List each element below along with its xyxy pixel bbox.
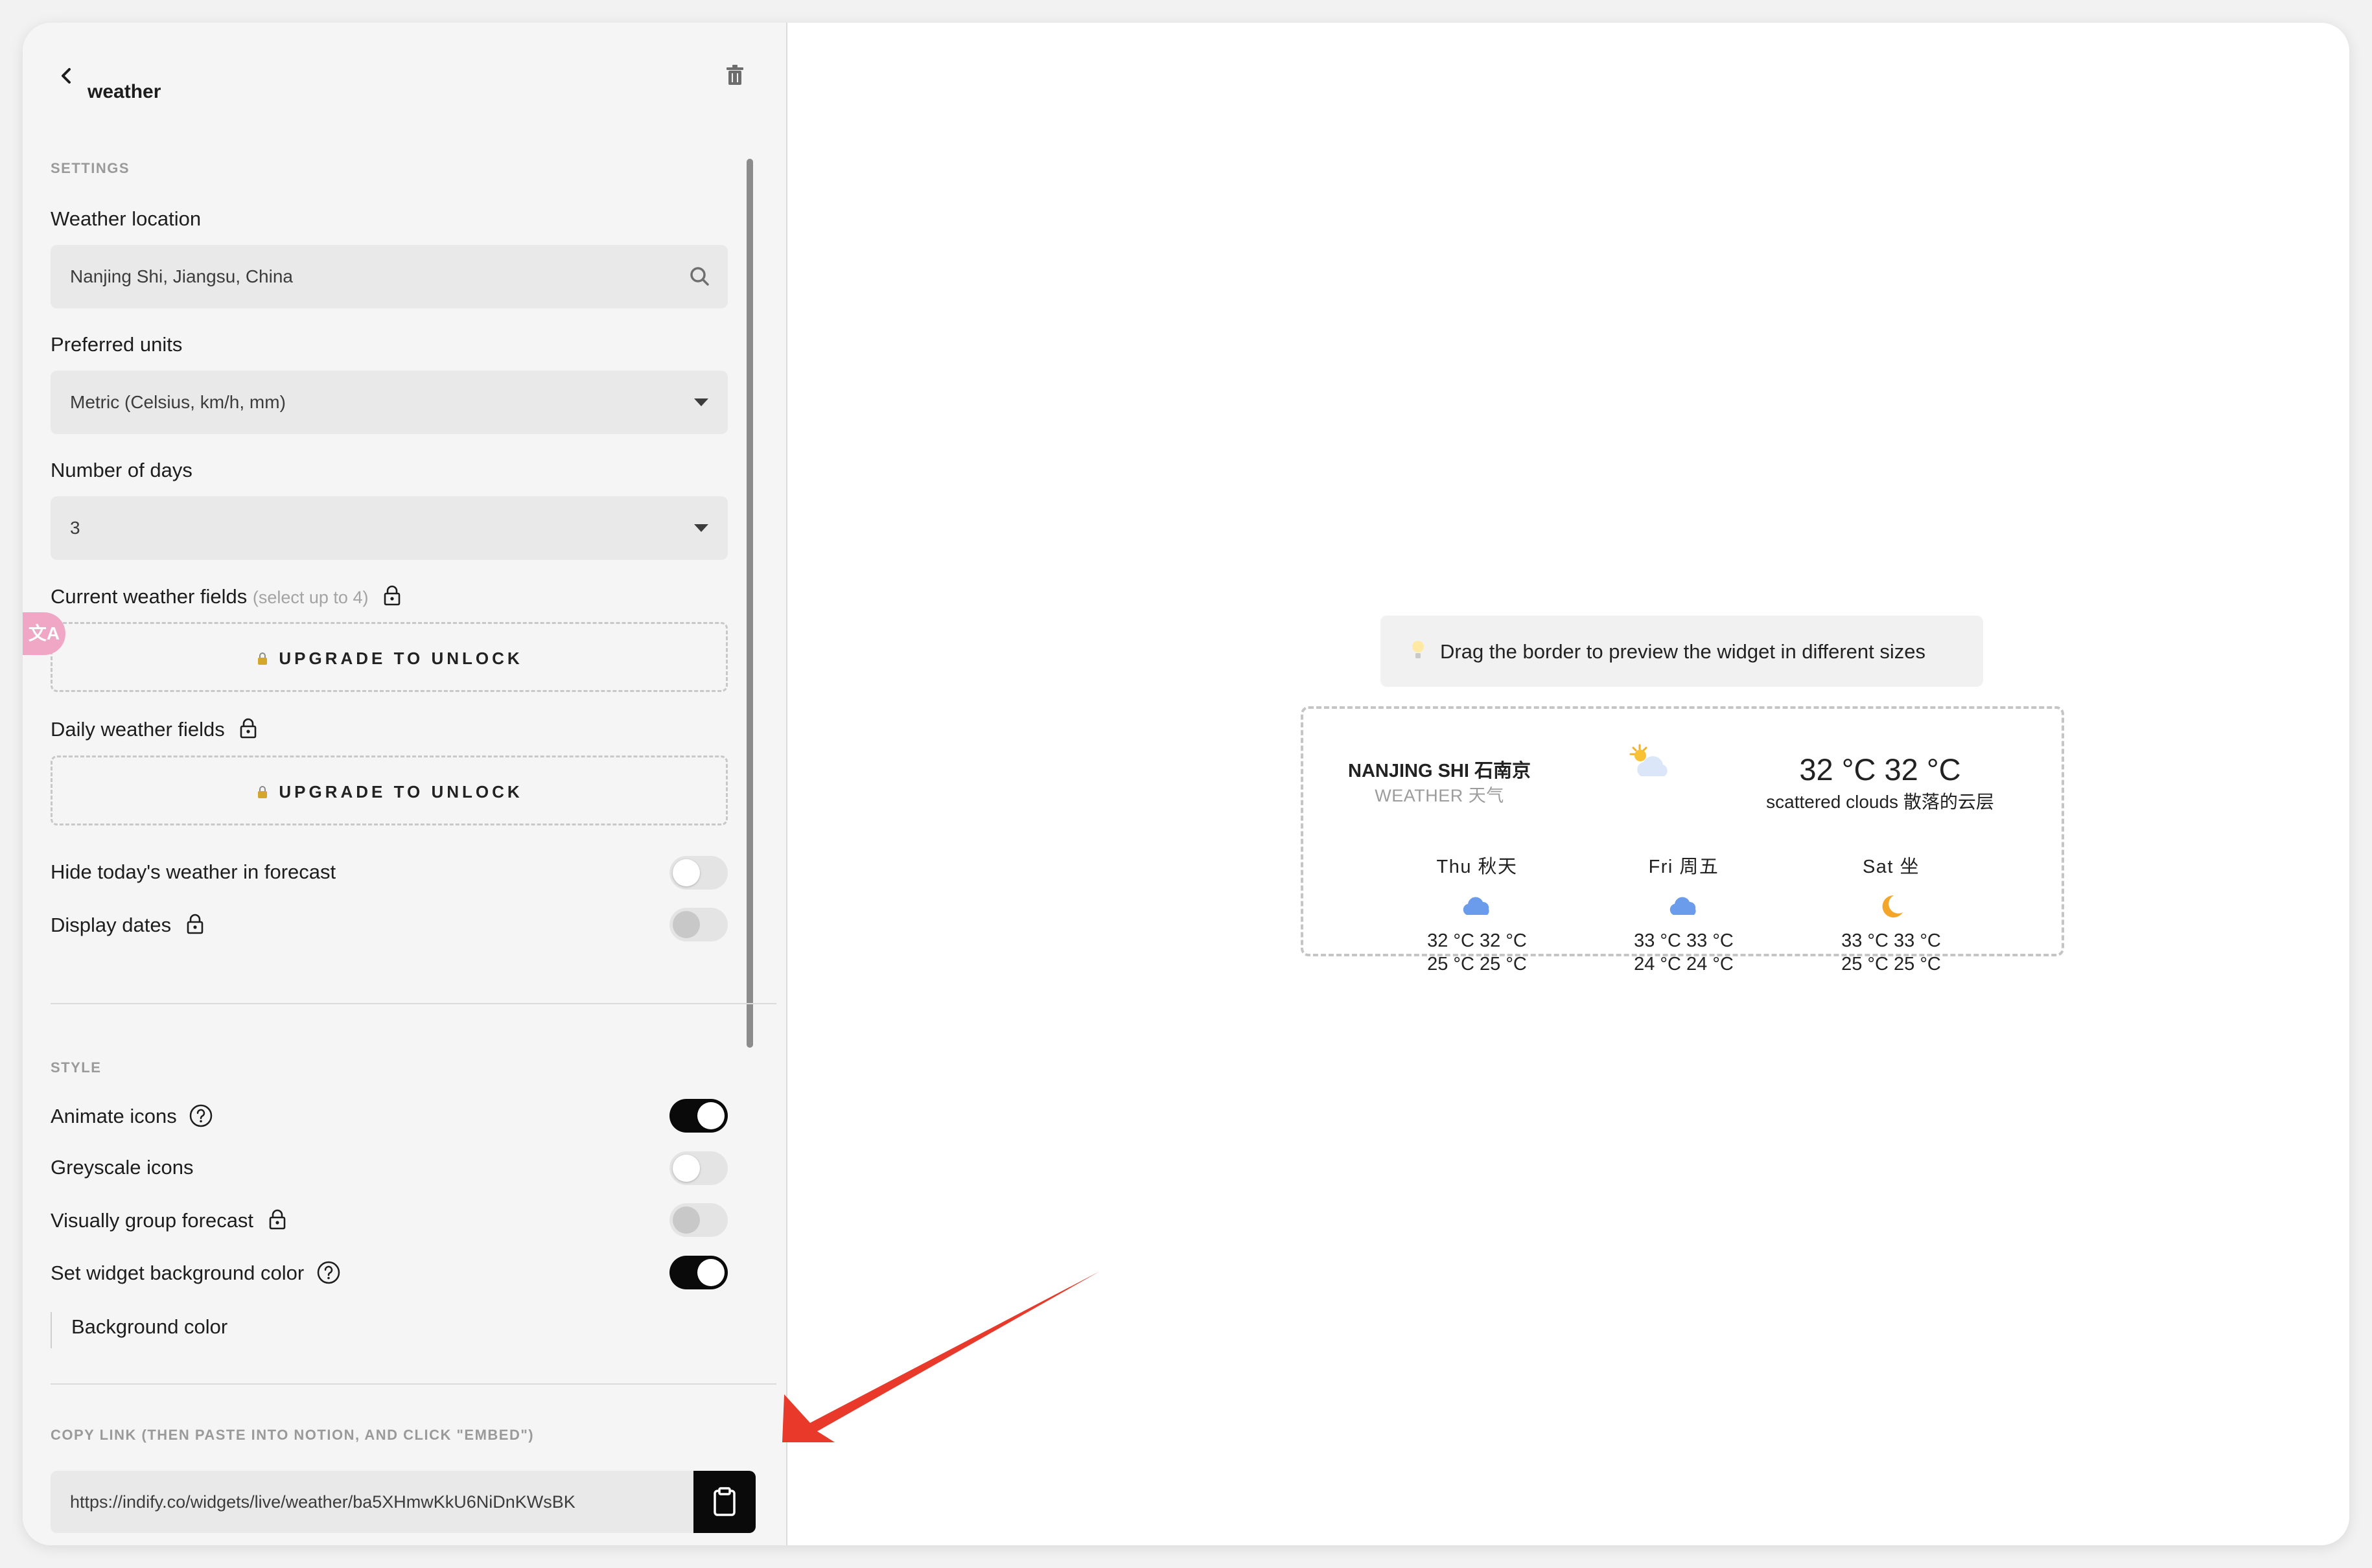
- forecast-day-name: Fri 周五: [1648, 857, 1719, 877]
- preferred-units-value: Metric (Celsius, km/h, mm): [70, 392, 286, 412]
- number-of-days-value: 3: [70, 518, 80, 538]
- dropdown-caret-icon: [694, 524, 708, 532]
- daily-weather-fields-text: Daily weather fields: [51, 718, 225, 741]
- forecast-low: 25 °C 25 °C: [1841, 954, 1941, 974]
- forecast-low: 24 °C 24 °C: [1634, 954, 1734, 974]
- select-limit-hint: (select up to 4): [252, 588, 369, 607]
- section-divider: [51, 1003, 776, 1004]
- forecast-day: Thu 秋天 32 °C 32 °C 25 °C 25 °C: [1380, 813, 1574, 976]
- lock-icon: [384, 585, 401, 606]
- upgrade-daily-fields-label: UPGRADE TO UNLOCK: [279, 782, 523, 801]
- cloud-icon: [1463, 897, 1489, 915]
- upgrade-current-fields-button[interactable]: UPGRADE TO UNLOCK: [51, 622, 728, 692]
- preferred-units-select[interactable]: Metric (Celsius, km/h, mm): [51, 371, 728, 434]
- animate-icons-label: Animate icons: [51, 1103, 213, 1128]
- lock-icon: [258, 786, 268, 798]
- widget-current-temp: 32 °C 32 °C: [1799, 752, 1961, 787]
- back-chevron-icon[interactable]: [54, 63, 80, 89]
- display-dates-label: Display dates: [51, 912, 207, 937]
- animate-icons-text: Animate icons: [51, 1105, 177, 1127]
- weather-location-value: Nanjing Shi, Jiangsu, China: [70, 266, 293, 286]
- lock-icon: [187, 914, 203, 934]
- app-window: weather SETTINGS Weather location Nanjin…: [23, 23, 2349, 1545]
- scrollbar-thumb[interactable]: [747, 159, 753, 1048]
- copy-link-section-label: COPY LINK (THEN PASTE INTO NOTION, AND C…: [51, 1427, 535, 1443]
- number-of-days-select[interactable]: 3: [51, 496, 728, 560]
- widget-bg-text: Set widget background color: [51, 1262, 305, 1284]
- upgrade-current-fields-label: UPGRADE TO UNLOCK: [279, 649, 523, 668]
- current-weather-fields-text: Current weather fields: [51, 585, 248, 608]
- help-icon[interactable]: [189, 1103, 213, 1128]
- hide-today-label: Hide today's weather in forecast: [51, 860, 336, 883]
- forecast-day: Fri 周五 33 °C 33 °C 24 °C 24 °C: [1587, 813, 1781, 976]
- indent-bar: [51, 1312, 52, 1348]
- lock-icon: [258, 652, 268, 665]
- search-icon[interactable]: [686, 263, 714, 290]
- section-divider: [51, 1383, 776, 1385]
- help-icon[interactable]: [316, 1260, 341, 1285]
- forecast-high: 32 °C 32 °C: [1427, 930, 1527, 951]
- current-weather-fields-label: Current weather fields (select up to 4): [51, 584, 404, 608]
- lightbulb-icon: [1412, 641, 1424, 658]
- animate-icons-toggle[interactable]: [669, 1099, 728, 1133]
- forecast-high: 33 °C 33 °C: [1634, 930, 1734, 951]
- sun-cloud-icon: [1629, 744, 1668, 776]
- preferred-units-label: Preferred units: [51, 333, 183, 356]
- group-forecast-text: Visually group forecast: [51, 1209, 254, 1232]
- widget-sublabel: WEATHER 天气: [1375, 786, 1504, 805]
- forecast-day-name: Thu 秋天: [1436, 857, 1518, 877]
- lock-icon: [240, 718, 257, 739]
- background-color-label[interactable]: Background color: [71, 1315, 227, 1339]
- widget-current-desc: scattered clouds 散落的云层: [1766, 792, 1994, 812]
- daily-weather-fields-label: Daily weather fields: [51, 717, 260, 741]
- dropdown-caret-icon: [694, 398, 708, 406]
- widget-location: NANJING SHI 石南京: [1348, 761, 1531, 781]
- forecast-day-name: Sat 坐: [1862, 857, 1920, 877]
- forecast-low: 25 °C 25 °C: [1427, 954, 1527, 974]
- forecast-high: 33 °C 33 °C: [1841, 930, 1941, 951]
- weather-location-label: Weather location: [51, 207, 202, 230]
- resize-hint-text: Drag the border to preview the widget in…: [1440, 640, 1925, 663]
- embed-link-url: https://indify.co/widgets/live/weather/b…: [70, 1492, 576, 1512]
- greyscale-icons-toggle[interactable]: [669, 1151, 728, 1185]
- lock-icon: [269, 1209, 285, 1230]
- settings-sidebar: weather SETTINGS Weather location Nanjin…: [23, 23, 787, 1545]
- trash-icon[interactable]: [719, 60, 750, 91]
- greyscale-icons-label: Greyscale icons: [51, 1156, 194, 1179]
- widget-bg-label: Set widget background color: [51, 1260, 341, 1285]
- upgrade-daily-fields-button[interactable]: UPGRADE TO UNLOCK: [51, 755, 728, 825]
- display-dates-toggle[interactable]: [669, 908, 728, 941]
- widget-bg-toggle[interactable]: [669, 1256, 728, 1289]
- page-title: weather: [87, 81, 161, 102]
- copy-link-button[interactable]: [693, 1471, 756, 1533]
- weather-widget-preview[interactable]: NANJING SHI 石南京 WEATHER 天气 32 °C 32 °C s…: [1301, 706, 2064, 974]
- group-forecast-toggle[interactable]: [669, 1203, 728, 1237]
- settings-section-label: SETTINGS: [51, 160, 130, 176]
- display-dates-text: Display dates: [51, 914, 172, 936]
- group-forecast-label: Visually group forecast: [51, 1208, 289, 1232]
- cloud-icon: [1669, 897, 1696, 915]
- embed-link-field[interactable]: https://indify.co/widgets/live/weather/b…: [51, 1471, 701, 1533]
- style-section-label: STYLE: [51, 1059, 102, 1076]
- number-of-days-label: Number of days: [51, 459, 192, 481]
- weather-location-input[interactable]: Nanjing Shi, Jiangsu, China: [51, 245, 728, 308]
- translate-extension-badge[interactable]: 文A: [23, 612, 65, 655]
- clipboard-icon: [714, 1487, 736, 1516]
- forecast-day: Sat 坐 33 °C 33 °C 25 °C 25 °C: [1794, 813, 1988, 976]
- resize-hint: Drag the border to preview the widget in…: [1380, 616, 1983, 687]
- hide-today-toggle[interactable]: [669, 856, 728, 890]
- moon-icon: [1882, 895, 1903, 917]
